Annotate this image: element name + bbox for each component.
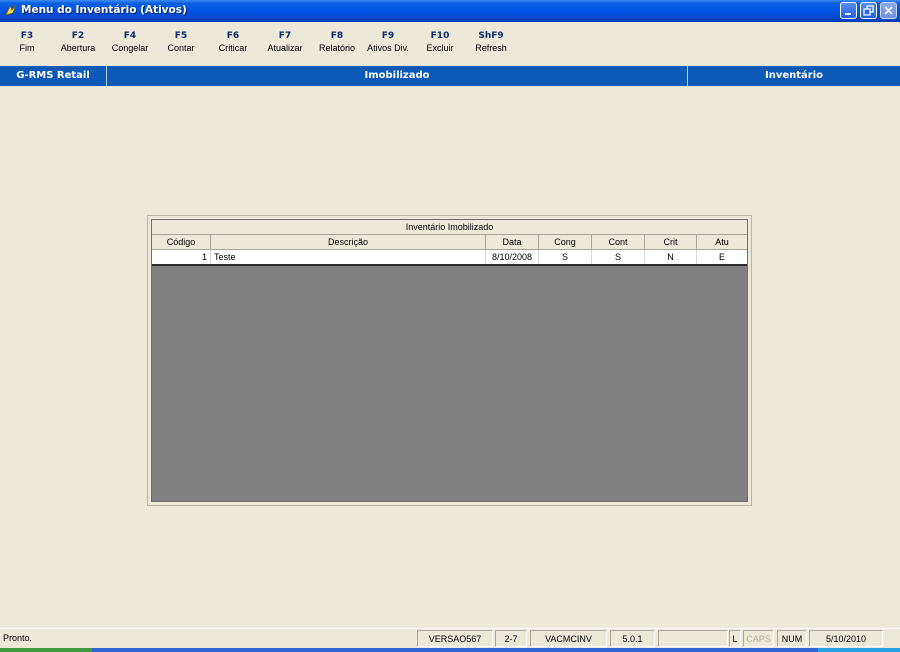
restore-icon <box>863 5 874 16</box>
inventory-grid[interactable]: Inventário Imobilizado Código Descrição … <box>151 219 748 502</box>
header-module-name: Imobilizado <box>364 70 430 81</box>
cell-codigo: 1 <box>152 250 211 264</box>
window-title: Menu do Inventário (Ativos) <box>21 4 187 16</box>
column-header-data[interactable]: Data <box>486 235 539 249</box>
toolbar-key: F5 <box>174 31 188 41</box>
close-icon <box>884 6 893 15</box>
column-header-cong[interactable]: Cong <box>539 235 592 249</box>
toolbar-key: F2 <box>71 31 85 41</box>
status-message: Pronto. <box>3 633 33 643</box>
toolbar-congelar-button[interactable]: F4 Congelar <box>108 30 152 54</box>
grid-caption: Inventário Imobilizado <box>152 220 747 235</box>
toolbar-fim-button[interactable]: F3 Fim <box>16 30 38 54</box>
cell-cong: S <box>539 250 592 264</box>
toolbar-criticar-button[interactable]: F6 Criticar <box>212 30 254 54</box>
toolbar-label: Congelar <box>111 43 149 53</box>
minimize-button[interactable] <box>840 2 857 19</box>
status-date: 5/10/2010 <box>809 630 883 647</box>
toolbar-key: F10 <box>430 31 450 41</box>
cell-data: 8/10/2008 <box>486 250 539 264</box>
cell-atu: E <box>718 252 725 262</box>
toolbar-key: F4 <box>123 31 137 41</box>
status-indicator-num: NUM <box>777 630 807 647</box>
cell-cont: S <box>592 250 645 264</box>
grid-header-row: Código Descrição Data Cong Cont Crit Atu <box>152 235 747 250</box>
column-header-atu[interactable]: Atu <box>697 235 747 249</box>
toolbar-refresh-button[interactable]: ShF9 Refresh <box>470 30 512 54</box>
header-system-name: G-RMS Retail <box>16 70 90 81</box>
toolbar-key: F3 <box>20 31 34 41</box>
status-indicator-caps: CAPS <box>743 630 774 647</box>
status-bar: Pronto. VERSAO567 2-7 VACMCINV 5.0.1 L C… <box>0 628 900 649</box>
inventory-grid-panel: Inventário Imobilizado Código Descrição … <box>147 215 752 506</box>
toolbar-label: Fim <box>19 43 35 53</box>
toolbar-label: Contar <box>167 43 195 53</box>
cell-descricao: Teste <box>211 250 486 264</box>
toolbar-key: ShF9 <box>478 31 504 41</box>
minimize-icon <box>845 13 851 15</box>
title-bar: Menu do Inventário (Ativos) <box>0 0 900 22</box>
column-header-codigo[interactable]: Código <box>152 235 211 249</box>
toolbar-key: F7 <box>278 31 292 41</box>
status-empty-pane <box>658 630 728 647</box>
toolbar-relatorio-button[interactable]: F8 Relatório <box>314 30 360 54</box>
column-header-crit[interactable]: Crit <box>645 235 697 249</box>
toolbar-atualizar-button[interactable]: F7 Atualizar <box>262 30 308 54</box>
status-release: 5.0.1 <box>610 630 655 647</box>
toolbar-label: Abertura <box>60 43 96 53</box>
toolbar-label: Atualizar <box>267 43 303 53</box>
cell-crit: N <box>645 250 697 264</box>
taskbar-edge <box>0 648 900 652</box>
status-program: VACMCINV <box>530 630 607 647</box>
toolbar-key: F8 <box>330 31 344 41</box>
toolbar-abertura-button[interactable]: F2 Abertura <box>56 30 100 54</box>
header-band: G-RMS Retail Imobilizado Inventário <box>0 66 900 86</box>
toolbar-excluir-button[interactable]: F10 Excluir <box>420 30 460 54</box>
function-key-toolbar: F3 Fim F2 Abertura F4 Congelar F5 Contar… <box>0 22 900 66</box>
column-header-cont[interactable]: Cont <box>592 235 645 249</box>
toolbar-key: F9 <box>381 31 395 41</box>
toolbar-label: Criticar <box>218 43 248 53</box>
header-screen-name: Inventário <box>764 70 824 81</box>
column-header-descricao[interactable]: Descrição <box>211 235 486 249</box>
close-button[interactable] <box>880 2 897 19</box>
status-code: 2-7 <box>495 630 527 647</box>
toolbar-label: Ativos Div. <box>367 43 409 53</box>
toolbar-label: Refresh <box>475 43 507 53</box>
toolbar-contar-button[interactable]: F5 Contar <box>162 30 200 54</box>
status-version: VERSAO567 <box>417 630 493 647</box>
toolbar-label: Relatório <box>318 43 356 53</box>
toolbar-key: F6 <box>226 31 240 41</box>
table-row[interactable]: 1 Teste 8/10/2008 S S N E <box>152 250 747 266</box>
restore-button[interactable] <box>860 2 877 19</box>
toolbar-label: Excluir <box>426 43 454 53</box>
status-indicator-l: L <box>729 630 741 647</box>
app-icon <box>5 4 17 16</box>
toolbar-ativos-div-button[interactable]: F9 Ativos Div. <box>362 30 414 54</box>
